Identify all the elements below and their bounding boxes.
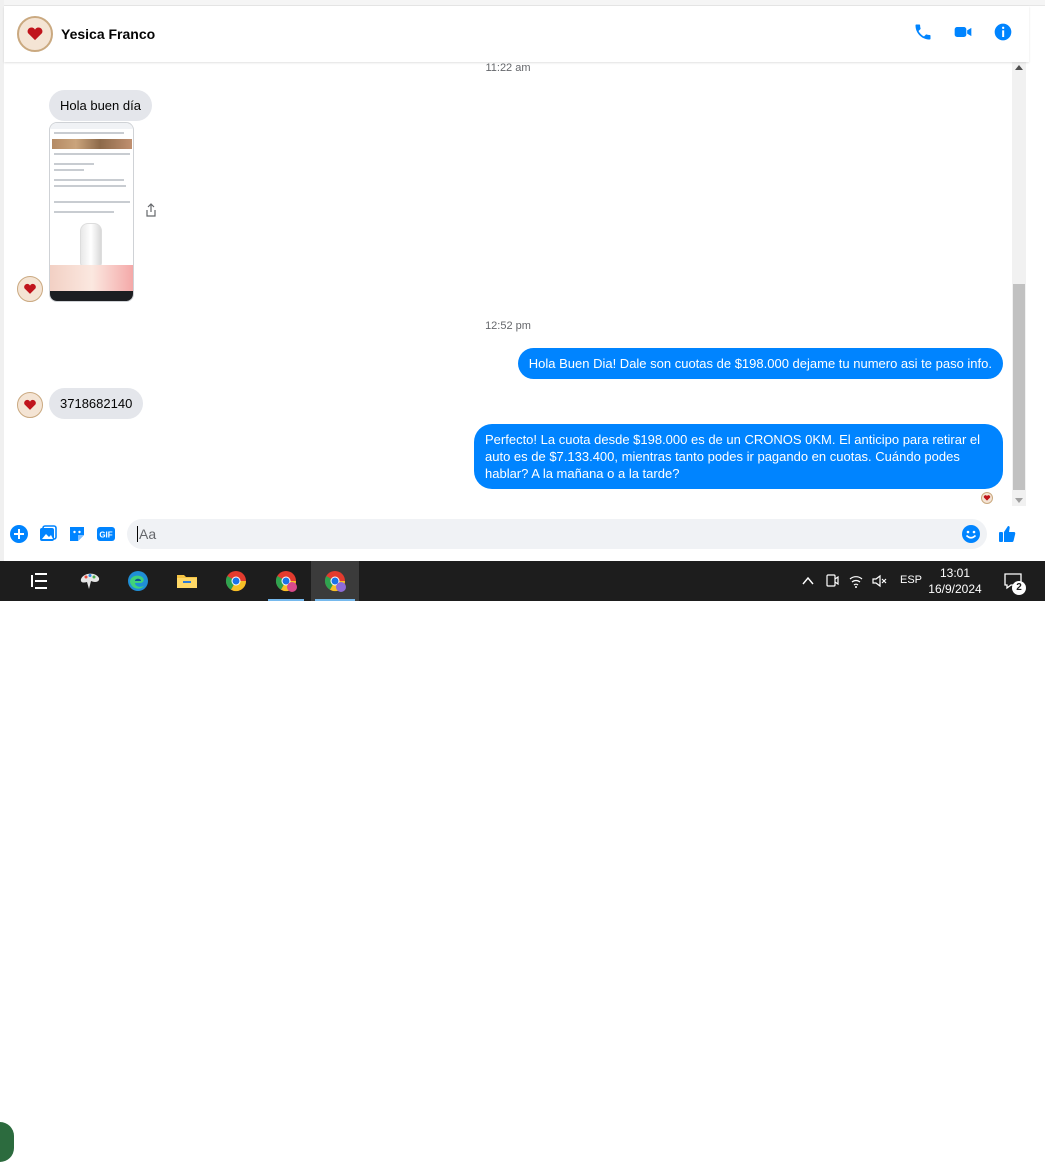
contact-avatar-small[interactable] xyxy=(17,392,43,418)
video-call-icon[interactable] xyxy=(953,22,973,42)
system-clock[interactable]: 13:01 16/9/2024 xyxy=(926,565,984,597)
heart-icon xyxy=(23,399,37,411)
timestamp: 12:52 pm xyxy=(485,320,531,332)
windows-taskbar: ESP 13:01 16/9/2024 2 xyxy=(0,561,1045,1162)
emoji-icon[interactable] xyxy=(961,524,981,544)
phone-icon[interactable] xyxy=(913,22,933,42)
clock-time: 13:01 xyxy=(939,566,971,580)
message-input[interactable]: Aa xyxy=(127,519,987,549)
chrome-icon[interactable] xyxy=(224,569,248,593)
clock-date: 16/9/2024 xyxy=(928,582,982,596)
start-corner xyxy=(0,1122,14,1162)
contact-avatar[interactable] xyxy=(17,16,53,52)
task-view-icon[interactable] xyxy=(27,569,51,593)
timestamp: 11:22 am xyxy=(485,62,531,74)
incoming-message[interactable]: 3718682140 xyxy=(49,388,144,419)
scrollbar-thumb[interactable] xyxy=(1013,284,1025,490)
paint-app-icon[interactable] xyxy=(78,569,102,593)
language-indicator[interactable]: ESP xyxy=(900,574,922,586)
gif-label: GIF xyxy=(99,531,112,540)
incoming-message[interactable]: Hola buen día xyxy=(49,90,152,121)
gif-icon[interactable]: GIF xyxy=(96,524,116,544)
message-input-placeholder: Aa xyxy=(139,526,157,542)
sticker-icon[interactable] xyxy=(67,524,87,544)
chrome-active-profile-icon[interactable] xyxy=(323,569,347,593)
meet-now-icon[interactable] xyxy=(824,573,840,589)
chevron-up-icon[interactable] xyxy=(800,573,816,589)
heart-icon xyxy=(23,283,37,295)
wifi-icon[interactable] xyxy=(848,573,864,589)
contact-name[interactable]: Yesica Franco xyxy=(61,26,155,42)
heart-icon xyxy=(26,27,44,41)
chrome-profile-icon[interactable] xyxy=(274,569,298,593)
outgoing-message[interactable]: Perfecto! La cuota desde $198.000 es de … xyxy=(474,424,1003,489)
file-explorer-icon[interactable] xyxy=(175,569,199,593)
plus-icon[interactable] xyxy=(9,524,29,544)
messenger-window: Yesica Franco 11:22 am Hola buen día 12:… xyxy=(0,0,1045,561)
scrollbar[interactable] xyxy=(1012,62,1026,506)
share-icon[interactable] xyxy=(145,203,157,217)
volume-muted-icon[interactable] xyxy=(871,573,887,589)
message-list[interactable]: 11:22 am Hola buen día 12:52 pm Hola Bue… xyxy=(4,62,1012,510)
contact-avatar-small[interactable] xyxy=(17,276,43,302)
info-icon[interactable] xyxy=(993,22,1013,42)
edge-browser-icon[interactable] xyxy=(126,569,150,593)
photo-icon[interactable] xyxy=(38,524,58,544)
composer-bar: GIF Aa xyxy=(4,512,1029,558)
notification-count-badge: 2 xyxy=(1012,581,1026,595)
outgoing-message[interactable]: Hola Buen Dia! Dale son cuotas de $198.0… xyxy=(517,348,1003,379)
scroll-up-arrow-icon[interactable] xyxy=(1015,65,1023,70)
heart-icon xyxy=(983,495,991,501)
scroll-down-arrow-icon[interactable] xyxy=(1015,498,1023,503)
chat-header: Yesica Franco xyxy=(4,6,1029,62)
shared-screenshot-image[interactable] xyxy=(49,122,134,302)
like-icon[interactable] xyxy=(997,524,1017,544)
seen-avatar xyxy=(981,492,993,504)
text-caret xyxy=(137,526,138,542)
